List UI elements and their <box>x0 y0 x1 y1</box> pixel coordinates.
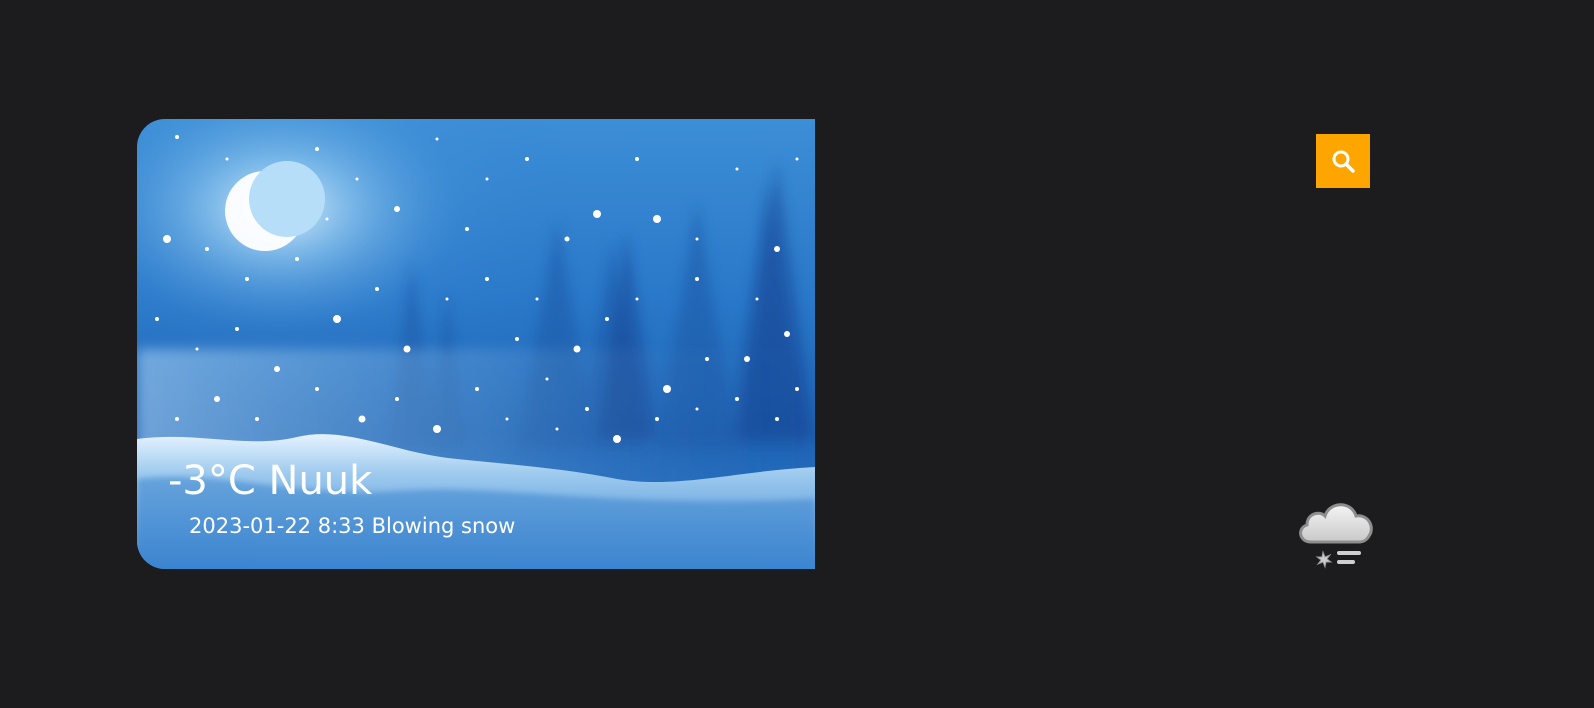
search-icon <box>1332 150 1355 173</box>
condition-text: Blowing snow <box>371 514 516 538</box>
search-button[interactable] <box>1316 134 1370 188</box>
weather-hero-card: -3°C Nuuk 2023-01-22 8:33 Blowing snow <box>137 119 815 569</box>
temperature: -3°C <box>168 458 256 504</box>
city-name: Nuuk <box>268 458 373 504</box>
date: 2023-01-22 <box>189 514 312 538</box>
blowing-snow-icon <box>1299 503 1373 569</box>
time: 8:33 <box>317 514 365 538</box>
current-weather-summary: -3°C Nuuk 2023-01-22 8:33 Blowing snow <box>168 459 515 539</box>
temperature-city-line: -3°C Nuuk <box>168 459 515 503</box>
weather-page: -3°C Nuuk 2023-01-22 8:33 Blowing snow <box>0 0 1594 708</box>
datetime-condition-line: 2023-01-22 8:33 Blowing snow <box>189 513 515 539</box>
